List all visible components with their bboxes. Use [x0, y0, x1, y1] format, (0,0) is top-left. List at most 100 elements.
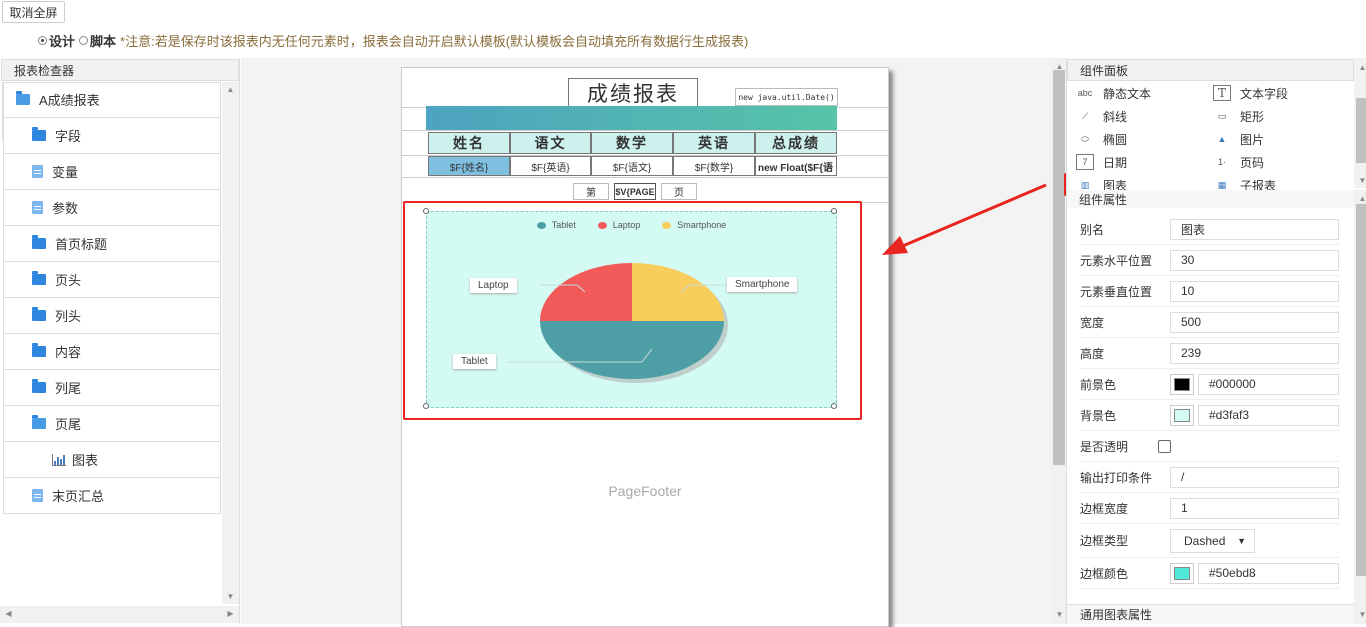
x-label: 元素水平位置: [1080, 253, 1153, 268]
bg-color-swatch[interactable]: [1170, 404, 1194, 426]
detail-field[interactable]: new Float($F{语: [755, 156, 837, 176]
scroll-down-icon[interactable]: ▼: [1354, 610, 1366, 619]
component-image[interactable]: ▲ 图片: [1213, 128, 1264, 150]
border-type-select[interactable]: Dashed ▼: [1170, 528, 1255, 553]
x-position-input[interactable]: 30: [1170, 249, 1339, 271]
fg-color-swatch[interactable]: [1170, 373, 1194, 395]
tree-item-label: 字段: [55, 129, 82, 144]
tree-item[interactable]: 参数: [4, 190, 220, 226]
component-rectangle[interactable]: ▭ 矩形: [1213, 105, 1264, 127]
column-header[interactable]: 语文: [510, 132, 591, 154]
scroll-left-icon[interactable]: ◀: [0, 609, 17, 618]
inspector-scrollbar[interactable]: ▲ ▼: [222, 82, 239, 604]
highlight-box-chart: [403, 201, 862, 420]
component-label: 静态文本: [1103, 86, 1152, 101]
line-icon: ⟋: [1081, 110, 1089, 121]
page-prefix[interactable]: 第: [573, 183, 609, 200]
tree-item-label: 列头: [55, 309, 82, 324]
transparent-checkbox[interactable]: [1158, 439, 1171, 453]
height-input[interactable]: 239: [1170, 342, 1339, 364]
component-label: 斜线: [1103, 109, 1128, 124]
column-header[interactable]: 英语: [673, 132, 755, 154]
tree-item[interactable]: 页尾: [4, 406, 220, 442]
component-label: 日期: [1103, 155, 1128, 170]
folder-icon: [32, 127, 46, 141]
detail-field[interactable]: $F{姓名}: [428, 156, 510, 176]
tree-item[interactable]: 首页标题: [4, 226, 220, 262]
mode-bar: 设计 脚本 *注意:若是保存时该报表内无任何元素时，报表会自动开启默认模板(默认…: [38, 31, 748, 49]
detail-field[interactable]: $F{英语}: [510, 156, 591, 176]
component-label: 椭圆: [1103, 132, 1128, 147]
scroll-right-icon[interactable]: ▶: [222, 609, 239, 618]
component-static-text[interactable]: abc 静态文本: [1076, 82, 1151, 104]
print-condition-input[interactable]: /: [1170, 466, 1339, 488]
design-radio[interactable]: [38, 35, 47, 45]
cancel-fullscreen-button[interactable]: 取消全屏: [2, 1, 65, 23]
detail-field[interactable]: $F{语文}: [591, 156, 673, 176]
scroll-up-icon[interactable]: ▲: [1354, 194, 1366, 203]
tree-item-label: 图表: [72, 453, 99, 468]
tree-item[interactable]: 变量: [4, 154, 220, 190]
file-icon: [32, 489, 43, 502]
canvas-scroll-thumb[interactable]: [1053, 70, 1065, 465]
folder-icon: [32, 343, 46, 357]
tree-item[interactable]: 列头: [4, 298, 220, 334]
border-color-input[interactable]: #50ebd8: [1198, 562, 1339, 584]
page-variable[interactable]: $V{PAGE: [614, 183, 656, 200]
tree-item[interactable]: 字段: [4, 118, 220, 154]
general-chart-props-header[interactable]: 通用图表属性: [1067, 604, 1354, 624]
width-input[interactable]: 500: [1170, 311, 1339, 333]
script-label[interactable]: 脚本: [90, 31, 116, 50]
alias-input[interactable]: 图表: [1170, 218, 1339, 240]
component-line[interactable]: ⟋ 斜线: [1076, 105, 1127, 127]
properties-scrollbar[interactable]: ▲ ▼: [1354, 190, 1366, 624]
border-color-label: 边框颜色: [1080, 566, 1129, 581]
component-ellipse[interactable]: ⬭ 椭圆: [1076, 128, 1127, 150]
width-label: 宽度: [1080, 315, 1105, 330]
alias-label: 别名: [1080, 222, 1105, 237]
tree-item[interactable]: 页头: [4, 262, 220, 298]
tree-item[interactable]: 末页汇总: [4, 478, 220, 514]
border-color-swatch[interactable]: [1170, 562, 1194, 584]
right-panel: 组件面板 abc 静态文本 T 文本字段 ⟋ 斜线 ▭ 矩形 ⬭ 椭圆 ▲ 图片 7 日期 1· 页码 ▥ 图表 ▦…: [1066, 58, 1366, 624]
page-number-icon: 1·: [1217, 157, 1226, 167]
tree-item[interactable]: 图表: [4, 442, 220, 478]
y-position-input[interactable]: 10: [1170, 280, 1339, 302]
component-label: 文本字段: [1240, 86, 1289, 101]
tree-item-label: A成绩报表: [39, 93, 100, 108]
calendar-icon: 7: [1076, 154, 1094, 170]
column-header[interactable]: 数学: [591, 132, 673, 154]
y-label: 元素垂直位置: [1080, 284, 1153, 299]
scroll-down-icon[interactable]: ▼: [1354, 176, 1366, 185]
scroll-down-icon[interactable]: ▼: [222, 592, 239, 601]
column-header[interactable]: 姓名: [428, 132, 510, 154]
inspector-hscrollbar[interactable]: ◀ ▶: [0, 606, 239, 623]
scroll-up-icon[interactable]: ▲: [1354, 63, 1366, 72]
component-calendar[interactable]: 7 日期: [1076, 151, 1127, 173]
component-text-field[interactable]: T 文本字段: [1213, 82, 1288, 104]
detail-field[interactable]: $F{数学}: [673, 156, 755, 176]
tree-item[interactable]: 列尾: [4, 370, 220, 406]
component-scrollbar[interactable]: ▲ ▼: [1354, 58, 1366, 188]
report-title[interactable]: 成绩报表: [568, 78, 698, 107]
date-field[interactable]: new java.util.Date(): [735, 88, 838, 106]
tree-item[interactable]: A成绩报表: [4, 82, 220, 118]
tree-item-label: 内容: [55, 345, 82, 360]
border-type-label: 边框类型: [1080, 534, 1129, 548]
tree-item[interactable]: 内容: [4, 334, 220, 370]
report-inspector-panel: 报表检查器 A成绩报表 字段 变量 参数 首页标题 页头 列头 内容 列尾 页尾 图表 末页汇总 ▲ …: [0, 58, 240, 624]
page-suffix[interactable]: 页: [661, 183, 697, 200]
column-header[interactable]: 总成绩: [755, 132, 837, 154]
tree-item-label: 参数: [52, 201, 79, 216]
tree-item-label: 页头: [55, 273, 82, 288]
template-hint: *注意:若是保存时该报表内无任何元素时，报表会自动开启默认模板(默认模板会自动填…: [120, 33, 749, 49]
fg-color-input[interactable]: #000000: [1198, 373, 1339, 395]
design-label[interactable]: 设计: [49, 31, 75, 50]
border-width-input[interactable]: 1: [1170, 497, 1339, 519]
header-band[interactable]: [426, 106, 837, 130]
scroll-up-icon[interactable]: ▲: [222, 85, 239, 94]
bg-color-input[interactable]: #d3faf3: [1198, 404, 1339, 426]
script-radio[interactable]: [79, 35, 89, 45]
component-page-number[interactable]: 1· 页码: [1213, 151, 1264, 173]
height-label: 高度: [1080, 346, 1105, 361]
